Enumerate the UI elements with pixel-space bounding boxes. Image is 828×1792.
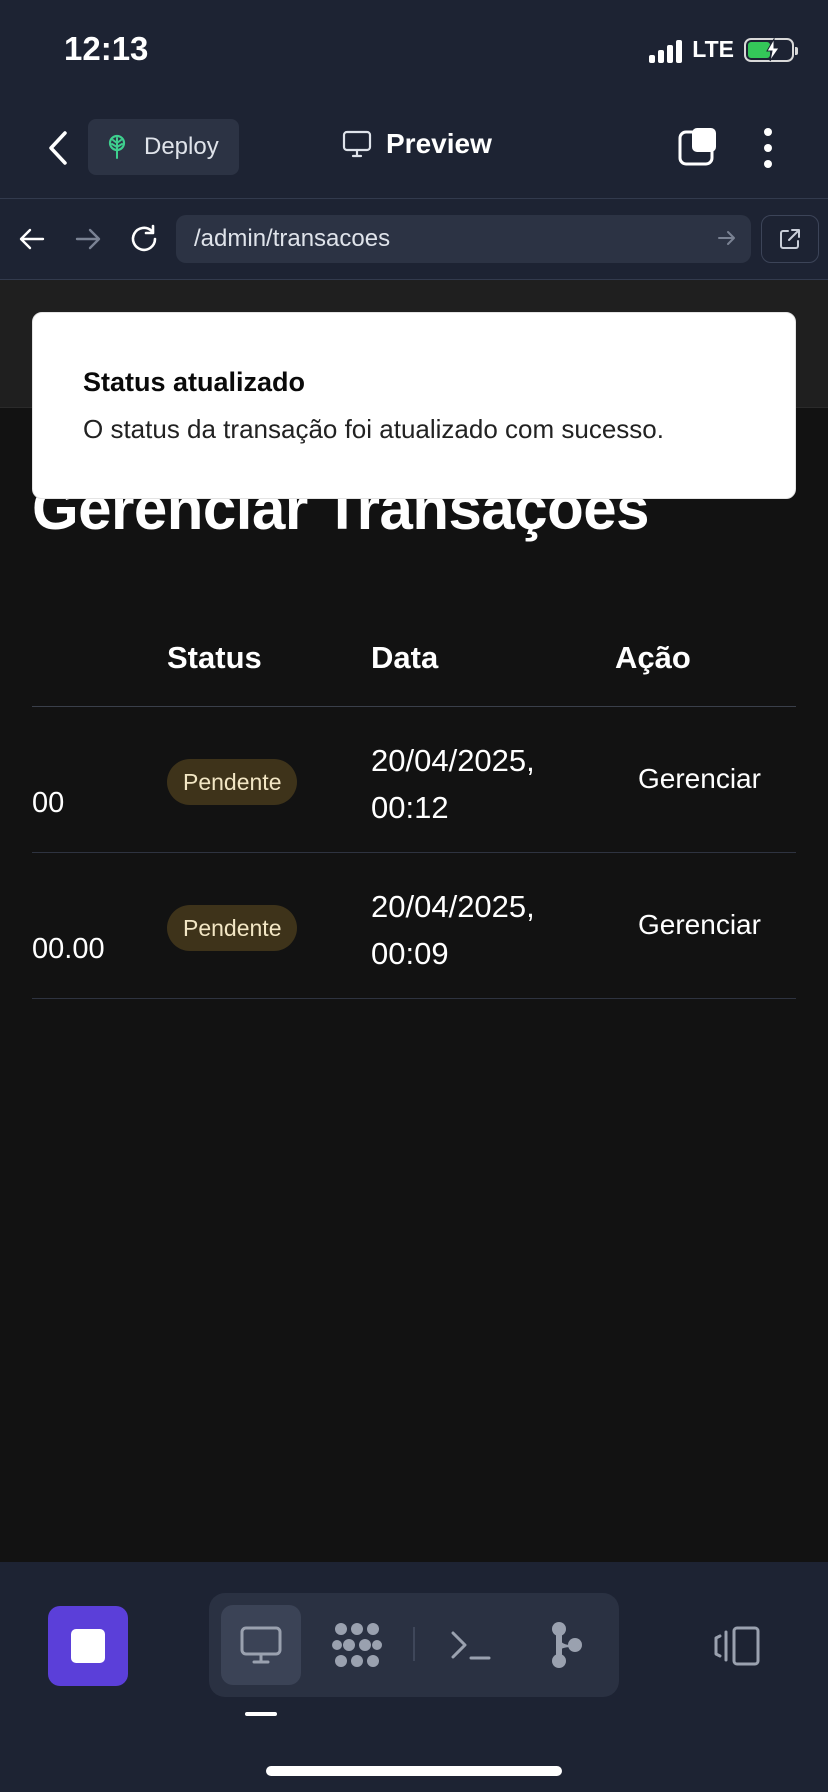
bottom-dock	[0, 1562, 828, 1792]
reload-icon[interactable]	[124, 219, 164, 259]
time-text: 00:09	[371, 936, 449, 971]
browser-url-bar: /admin/transacoes	[0, 198, 828, 280]
active-view-indicator	[245, 1712, 277, 1716]
stop-icon	[71, 1629, 105, 1663]
table-row: 00 Pendente 20/04/2025, 00:12 Gerenciar	[32, 707, 796, 853]
network-label: LTE	[692, 36, 734, 62]
preview-tab[interactable]: Preview	[342, 128, 492, 160]
toast-description: O status da transação foi atualizado com…	[83, 414, 664, 444]
stop-button[interactable]	[48, 1606, 128, 1686]
tabs-icon[interactable]	[678, 126, 718, 166]
url-text: /admin/transacoes	[194, 225, 391, 252]
url-input[interactable]: /admin/transacoes	[176, 215, 751, 263]
view-switcher	[209, 1593, 619, 1697]
battery-icon	[744, 37, 798, 62]
browser-forward-icon[interactable]	[68, 219, 108, 259]
preview-view-button[interactable]	[221, 1605, 301, 1685]
deploy-label: Deploy	[144, 133, 219, 160]
back-icon[interactable]	[40, 126, 76, 170]
column-date: Data	[371, 640, 439, 675]
amount-cell: 00	[32, 787, 65, 819]
browser-back-icon[interactable]	[12, 219, 52, 259]
column-action: Ação	[615, 640, 691, 675]
monitor-icon	[342, 130, 372, 158]
go-arrow-icon[interactable]	[717, 227, 737, 249]
status-time: 12:13	[64, 30, 149, 67]
date-text: 20/04/2025,	[371, 743, 535, 778]
deploy-button[interactable]: Deploy	[88, 119, 239, 175]
date-cell: 20/04/2025, 00:12	[371, 737, 535, 831]
status-indicators: LTE	[649, 36, 798, 63]
status-badge: Pendente	[167, 759, 298, 805]
open-external-button[interactable]	[761, 215, 819, 263]
home-indicator[interactable]	[266, 1766, 562, 1776]
console-view-button[interactable]	[431, 1605, 511, 1685]
agents-view-button[interactable]	[317, 1605, 397, 1685]
amount-cell: 00.00	[32, 933, 105, 965]
manage-button[interactable]: Gerenciar	[638, 763, 761, 795]
signal-icon	[649, 37, 683, 63]
grid-dots-icon	[332, 1623, 382, 1667]
transactions-table: Status Data Ação 00 Pendente 20/04/2025,…	[32, 610, 796, 999]
branch-icon	[552, 1622, 582, 1668]
date-cell: 20/04/2025, 00:09	[371, 883, 535, 977]
app-header: 12:13 LTE Deploy Preview	[0, 0, 828, 198]
column-status: Status	[167, 640, 262, 675]
monitor-icon	[240, 1626, 282, 1664]
preview-label: Preview	[386, 128, 492, 159]
git-view-button[interactable]	[527, 1605, 607, 1685]
table-row: 00.00 Pendente 20/04/2025, 00:09 Gerenci…	[32, 853, 796, 999]
date-text: 20/04/2025,	[371, 889, 535, 924]
device-switch-icon[interactable]	[712, 1622, 764, 1670]
terminal-icon	[451, 1631, 491, 1660]
external-link-icon	[780, 229, 800, 249]
toast-title: Status atualizado	[83, 367, 306, 397]
time-text: 00:12	[371, 790, 449, 825]
divider	[413, 1627, 415, 1661]
table-header: Status Data Ação	[32, 610, 796, 707]
deploy-icon	[108, 134, 126, 159]
manage-button[interactable]: Gerenciar	[638, 909, 761, 941]
toast-notification[interactable]: Status atualizado O status da transação …	[32, 312, 796, 499]
more-options-icon[interactable]	[756, 128, 780, 168]
status-badge: Pendente	[167, 905, 298, 951]
